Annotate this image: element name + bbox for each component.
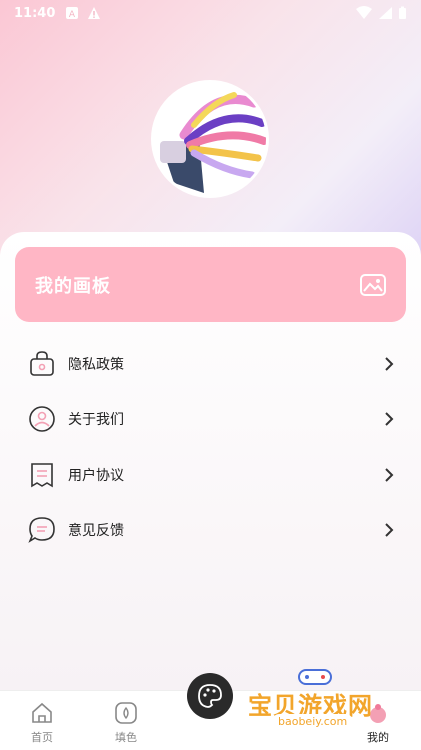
chat-icon xyxy=(28,517,55,543)
my-canvas-banner[interactable]: 我的画板 xyxy=(15,247,406,322)
status-bar: 11:40 A xyxy=(0,0,421,26)
banner-title: 我的画板 xyxy=(35,275,111,297)
watermark-url: baobeiy.com xyxy=(272,714,354,729)
chevron-right-icon xyxy=(385,357,394,371)
status-time: 11:40 xyxy=(14,5,56,21)
home-icon xyxy=(32,702,52,723)
battery-icon xyxy=(399,6,406,19)
svg-text:A: A xyxy=(69,10,76,20)
avatar[interactable] xyxy=(151,80,269,198)
palette-button[interactable] xyxy=(187,673,233,719)
menu-item-privacy[interactable]: 隐私政策 xyxy=(28,346,394,382)
menu-item-agreement[interactable]: 用户协议 xyxy=(28,457,394,493)
menu-label: 隐私政策 xyxy=(68,357,124,373)
chevron-right-icon xyxy=(385,468,394,482)
gamepad-icon xyxy=(298,669,332,685)
document-icon xyxy=(31,463,53,488)
tab-label: 首页 xyxy=(31,731,53,744)
wifi-icon xyxy=(356,6,372,19)
chevron-right-icon xyxy=(385,412,394,426)
menu-label: 意见反馈 xyxy=(68,523,124,539)
chevron-right-icon xyxy=(385,523,394,537)
menu-item-feedback[interactable]: 意见反馈 xyxy=(28,512,394,548)
warning-icon xyxy=(88,7,101,19)
signal-icon xyxy=(379,7,392,19)
menu-label: 关于我们 xyxy=(68,412,124,428)
menu-item-about[interactable]: 关于我们 xyxy=(28,401,394,437)
menu-label: 用户协议 xyxy=(68,468,124,484)
sim-icon: A xyxy=(66,7,79,20)
tab-label: 填色 xyxy=(115,731,137,744)
avatar-image xyxy=(154,83,266,195)
watermark: 宝贝游戏网 baobeiy.com xyxy=(240,668,390,738)
tab-home[interactable]: 首页 xyxy=(12,695,72,745)
user-circle-icon xyxy=(29,406,55,432)
lock-bag-icon xyxy=(30,351,54,376)
tab-fill[interactable]: 填色 xyxy=(96,695,156,745)
fill-icon xyxy=(115,702,137,724)
image-icon xyxy=(360,273,386,296)
palette-icon xyxy=(198,684,222,708)
